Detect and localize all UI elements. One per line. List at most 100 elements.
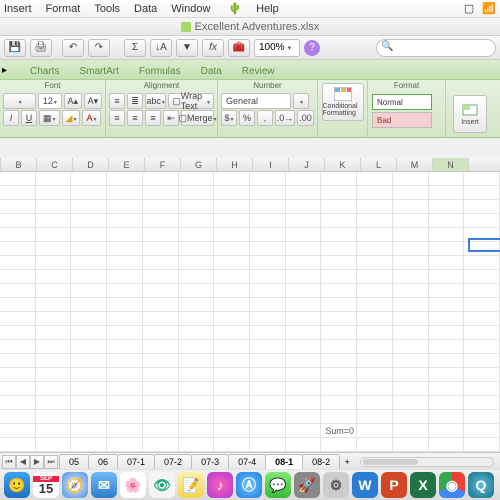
autosum-button[interactable]: Σ [124, 39, 146, 57]
col-B[interactable]: B [1, 158, 37, 171]
safari-icon[interactable]: 🧭 [62, 472, 88, 498]
style-normal[interactable]: Normal [372, 94, 432, 110]
sheet-07-1[interactable]: 07-1 [117, 454, 155, 469]
save-button[interactable]: 💾 [4, 39, 26, 57]
wifi-icon[interactable]: 📶 [482, 2, 496, 15]
sheet-nav-prev[interactable]: ◀ [16, 455, 30, 469]
col-J[interactable]: J [289, 158, 325, 171]
sheet-08-1[interactable]: 08-1 [265, 454, 303, 469]
underline-button[interactable]: U [21, 110, 37, 126]
style-bad[interactable]: Bad [372, 112, 432, 128]
col-I[interactable]: I [253, 158, 289, 171]
indent-dec[interactable]: ⇤ [163, 110, 179, 126]
currency[interactable]: $ [221, 110, 237, 126]
percent[interactable]: % [239, 110, 255, 126]
font-select[interactable] [3, 93, 36, 109]
tab-smartart[interactable]: SmartArt [69, 63, 128, 79]
align-left[interactable]: ≡ [109, 93, 125, 109]
orientation[interactable]: abc [145, 93, 166, 109]
sort-button[interactable]: ↓A [150, 39, 172, 57]
zoom-select[interactable]: 100% [254, 39, 300, 57]
print-button[interactable]: 🖨 [30, 39, 52, 57]
col-K[interactable]: K [325, 158, 361, 171]
menu-insert[interactable]: Insert [4, 3, 32, 15]
settings-icon[interactable]: ⚙︎ [323, 472, 349, 498]
spreadsheet-grid[interactable]: B C D E F G H I J K L M N [0, 158, 500, 452]
border-button[interactable]: ▦ [39, 110, 60, 126]
help-button[interactable]: ? [304, 40, 320, 56]
italic-button[interactable]: I [3, 110, 19, 126]
number-format-dd[interactable] [293, 93, 309, 109]
tab-data[interactable]: Data [191, 63, 232, 79]
fill-color[interactable]: ◢ [62, 110, 81, 126]
merge[interactable]: ▢ Merge [181, 110, 214, 126]
col-H[interactable]: H [217, 158, 253, 171]
ribbon-toggle[interactable]: ▸ [2, 65, 16, 79]
shrink-font[interactable]: A▾ [84, 93, 102, 109]
align-mid[interactable]: ≣ [127, 93, 143, 109]
menu-data[interactable]: Data [134, 3, 157, 15]
number-format[interactable]: General [221, 93, 291, 109]
photos-icon[interactable]: 🌸 [120, 472, 146, 498]
chrome-icon[interactable]: ◉ [439, 472, 465, 498]
search-input[interactable] [376, 39, 496, 57]
col-M[interactable]: M [397, 158, 433, 171]
col-C[interactable]: C [37, 158, 73, 171]
font-size[interactable]: 12 [38, 93, 61, 109]
sheet-nav-next[interactable]: ▶ [30, 455, 44, 469]
sheet-07-3[interactable]: 07-3 [191, 454, 229, 469]
col-L[interactable]: L [361, 158, 397, 171]
wrap-text[interactable]: ▢ Wrap Text [168, 93, 214, 109]
comma[interactable]: , [257, 110, 273, 126]
excel-icon[interactable]: X [410, 472, 436, 498]
sheet-07-2[interactable]: 07-2 [154, 454, 192, 469]
horizontal-scrollbar[interactable] [360, 457, 494, 467]
notes-icon[interactable]: 📝 [178, 472, 204, 498]
col-G[interactable]: G [181, 158, 217, 171]
sheet-07-4[interactable]: 07-4 [228, 454, 266, 469]
sheet-05[interactable]: 05 [59, 454, 89, 469]
insert-button[interactable]: Insert [453, 95, 487, 133]
undo-button[interactable]: ↶ [62, 39, 84, 57]
sheet-08-2[interactable]: 08-2 [302, 454, 340, 469]
col-F[interactable]: F [145, 158, 181, 171]
col-D[interactable]: D [73, 158, 109, 171]
fx-button[interactable]: fx [202, 39, 224, 57]
tab-review[interactable]: Review [232, 63, 285, 79]
add-sheet[interactable]: + [340, 457, 354, 467]
redo-button[interactable]: ↷ [88, 39, 110, 57]
airplay-icon[interactable]: ▢ [464, 2, 474, 15]
menu-window[interactable]: Window [171, 3, 210, 15]
appstore-icon[interactable]: Ⓐ [236, 472, 262, 498]
mail-icon[interactable]: ✉︎ [91, 472, 117, 498]
menu-tools[interactable]: Tools [94, 3, 120, 15]
col-N[interactable]: N [433, 158, 469, 171]
halign-left[interactable]: ≡ [109, 110, 125, 126]
halign-right[interactable]: ≡ [145, 110, 161, 126]
calendar-icon[interactable]: SEP15 [33, 472, 59, 498]
sheet-nav-first[interactable]: ⏮ [2, 455, 16, 469]
toolbox-button[interactable]: 🧰 [228, 39, 250, 57]
tab-formulas[interactable]: Formulas [129, 63, 191, 79]
dec-inc[interactable]: .0→ [275, 110, 295, 126]
filter-button[interactable]: ▼ [176, 39, 198, 57]
sheet-06[interactable]: 06 [88, 454, 118, 469]
dec-dec[interactable]: .00 [297, 110, 314, 126]
conditional-formatting[interactable]: Conditional Formatting [322, 83, 364, 121]
launchpad-icon[interactable]: 🚀 [294, 472, 320, 498]
itunes-icon[interactable]: ♪ [207, 472, 233, 498]
tab-charts[interactable]: Charts [20, 63, 69, 79]
preview-icon[interactable]: 👁 [149, 472, 175, 498]
menu-help[interactable]: Help [256, 3, 279, 15]
messages-icon[interactable]: 💬 [265, 472, 291, 498]
font-color[interactable]: A [82, 110, 100, 126]
word-icon[interactable]: W [352, 472, 378, 498]
finder-icon[interactable]: 🙂 [4, 472, 30, 498]
halign-center[interactable]: ≡ [127, 110, 143, 126]
powerpoint-icon[interactable]: P [381, 472, 407, 498]
menu-format[interactable]: Format [46, 3, 81, 15]
col-E[interactable]: E [109, 158, 145, 171]
quicktime-icon[interactable]: Q [468, 472, 494, 498]
sheet-nav-last[interactable]: ⏭ [44, 455, 58, 469]
active-cell[interactable] [468, 238, 500, 252]
